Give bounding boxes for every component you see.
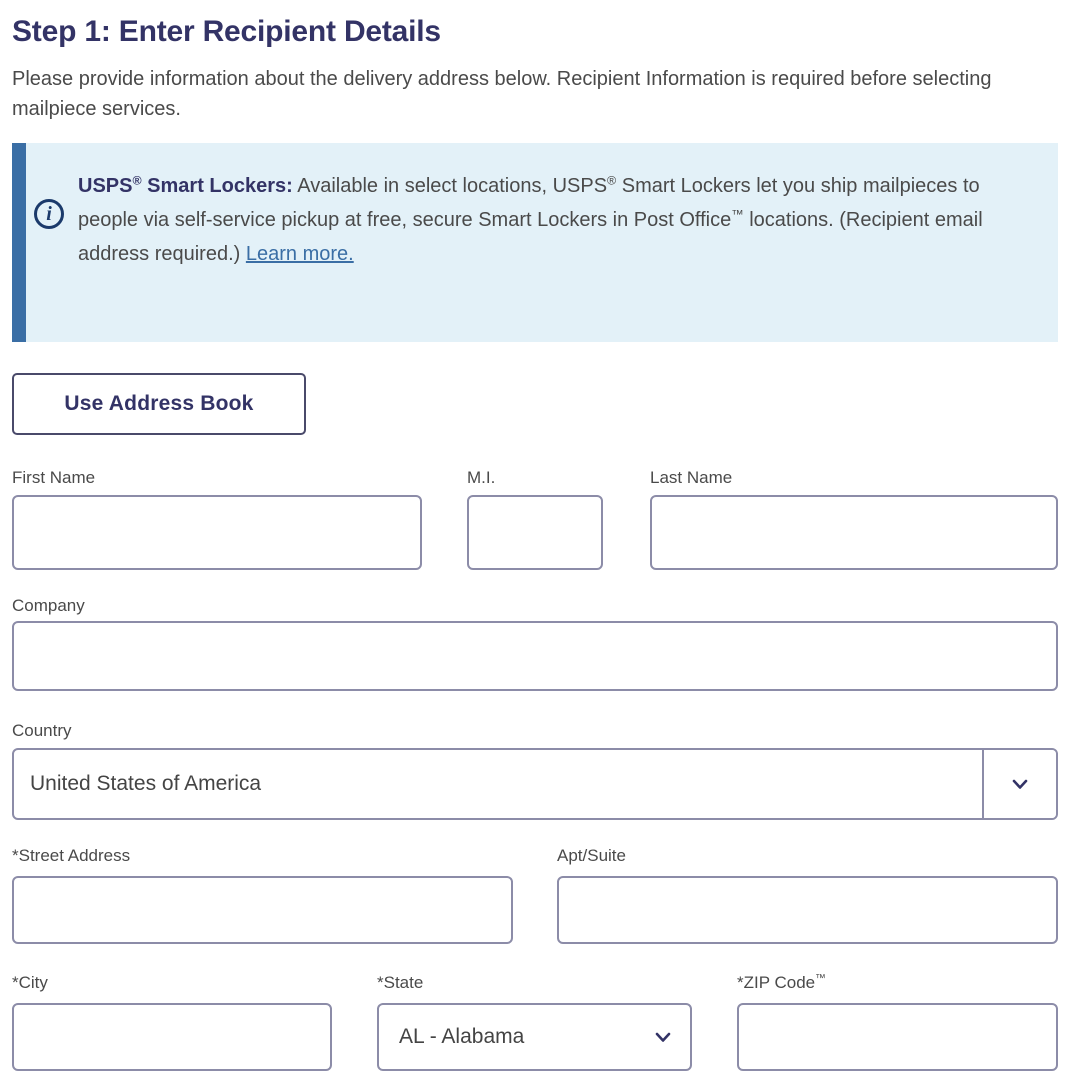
company-input[interactable]: [12, 621, 1058, 691]
state-select[interactable]: AL - Alabama: [377, 1003, 692, 1071]
country-selected-value: United States of America: [30, 772, 262, 795]
country-dropdown-toggle[interactable]: [982, 750, 1056, 818]
banner-accent-bar: [12, 143, 26, 342]
state-label: *State: [377, 973, 424, 992]
zip-code-label-text: *ZIP Code: [737, 973, 816, 992]
zip-code-input[interactable]: [737, 1003, 1058, 1071]
zip-code-label: *ZIP Code™: [737, 973, 826, 993]
smart-lockers-info-banner: i USPS® Smart Lockers: Available in sele…: [12, 143, 1058, 342]
state-dropdown-toggle[interactable]: [636, 1027, 690, 1047]
first-name-input[interactable]: [12, 495, 422, 570]
use-address-book-button[interactable]: Use Address Book: [12, 373, 306, 435]
street-address-input[interactable]: [12, 876, 513, 944]
banner-lead: USPS: [78, 175, 133, 197]
registered-mark-icon-2: ®: [607, 173, 617, 188]
city-input[interactable]: [12, 1003, 332, 1071]
registered-mark-icon: ®: [132, 173, 142, 188]
learn-more-link[interactable]: Learn more.: [246, 243, 354, 265]
banner-lead-rest: Smart Lockers:: [141, 175, 293, 197]
apt-suite-input[interactable]: [557, 876, 1058, 944]
chevron-down-icon: [655, 1032, 671, 1042]
country-select[interactable]: United States of America: [12, 748, 1058, 820]
trademark-mark-icon: ™: [731, 207, 744, 222]
state-selected-value: AL - Alabama: [399, 1025, 525, 1048]
info-icon-glyph: i: [34, 199, 64, 229]
company-label: Company: [12, 596, 85, 615]
apt-suite-label: Apt/Suite: [557, 846, 626, 865]
last-name-label: Last Name: [650, 468, 733, 487]
banner-body-1: Available in select locations, USPS: [292, 175, 608, 197]
city-label: *City: [12, 973, 48, 992]
banner-text: USPS® Smart Lockers: Available in select…: [72, 143, 1058, 271]
chevron-down-icon: [1012, 779, 1028, 789]
last-name-input[interactable]: [650, 495, 1058, 570]
street-address-label: *Street Address: [12, 846, 131, 865]
info-circle-icon: i: [26, 143, 72, 229]
middle-initial-input[interactable]: [467, 495, 603, 570]
middle-initial-label: M.I.: [467, 468, 496, 487]
page-title: Step 1: Enter Recipient Details: [12, 15, 441, 48]
recipient-details-page: Step 1: Enter Recipient Details Please p…: [0, 0, 1080, 1080]
country-label: Country: [12, 721, 72, 740]
trademark-mark-icon-zip: ™: [815, 972, 826, 985]
first-name-label: First Name: [12, 468, 96, 487]
intro-text: Please provide information about the del…: [12, 68, 992, 120]
